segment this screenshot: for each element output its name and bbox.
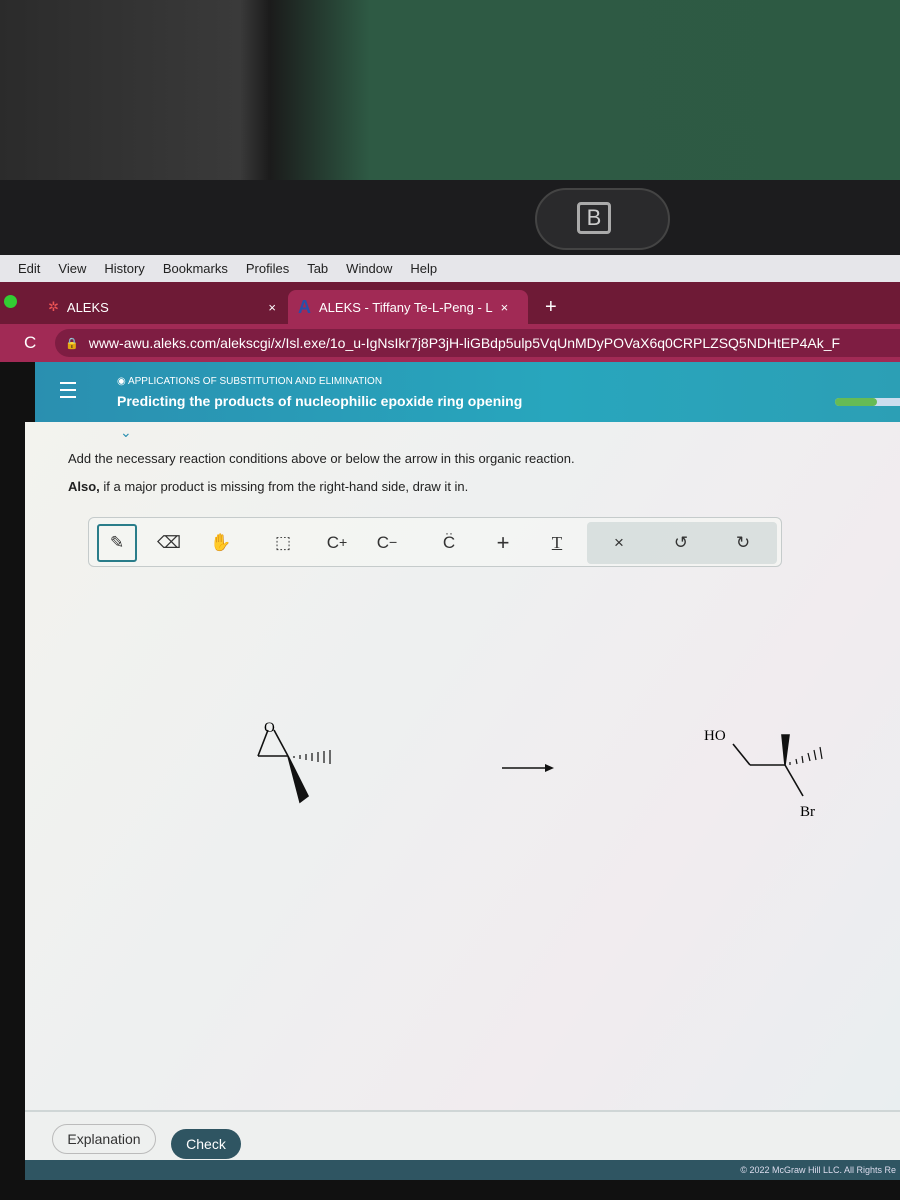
explanation-button[interactable]: Explanation bbox=[52, 1124, 156, 1154]
copyright-text: © 2022 McGraw Hill LLC. All Rights Re bbox=[740, 1165, 896, 1175]
product-molecule bbox=[732, 734, 823, 797]
hydroxyl-label: HO bbox=[704, 728, 726, 744]
reaction-arrow bbox=[502, 764, 554, 772]
reactant-epoxide bbox=[257, 729, 331, 804]
bromine-label: Br bbox=[800, 804, 815, 820]
reaction-canvas[interactable]: O HO Br bbox=[0, 0, 900, 1200]
check-button[interactable]: Check bbox=[171, 1129, 241, 1159]
copyright-bar: © 2022 McGraw Hill LLC. All Rights Re bbox=[25, 1160, 900, 1180]
footer-bar: Explanation Check bbox=[25, 1110, 900, 1162]
oxygen-label: O bbox=[264, 720, 275, 736]
